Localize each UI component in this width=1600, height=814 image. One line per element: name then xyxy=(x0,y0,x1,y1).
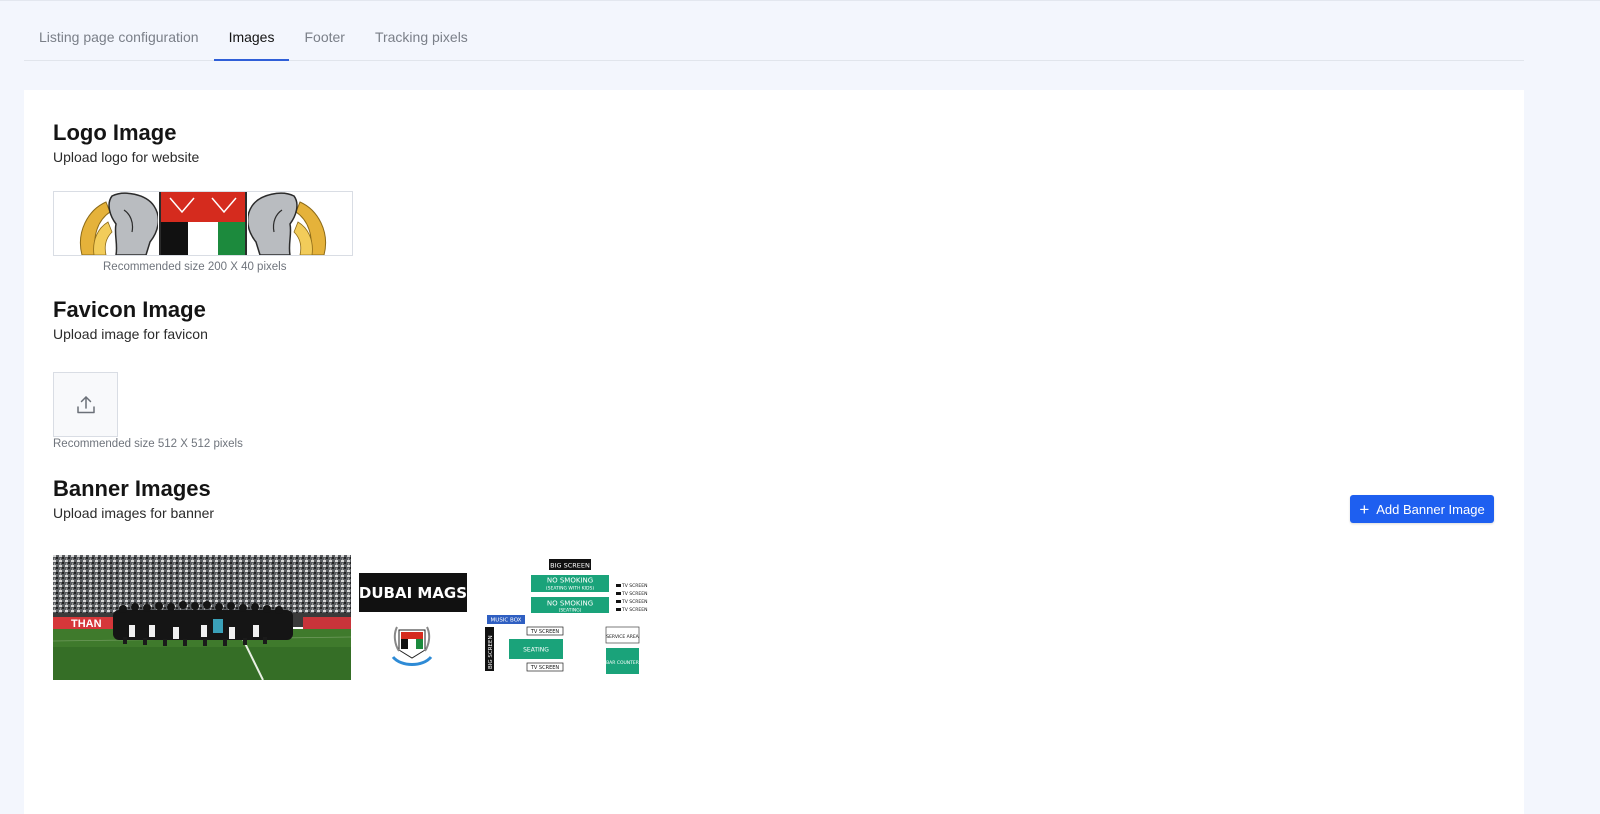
venue-label-tv-small-2: TV SCREEN xyxy=(621,591,647,597)
venue-label-tv-screen-b: TV SCREEN xyxy=(530,665,560,671)
banner-section-subtitle: Upload images for banner xyxy=(53,505,215,521)
favicon-size-hint: Recommended size 512 X 512 pixels xyxy=(53,438,243,450)
venue-label-big-screen-side: BIG SCREEN xyxy=(488,635,494,669)
add-banner-image-label: Add Banner Image xyxy=(1376,501,1485,517)
banner-image-team-photo[interactable]: THAN xyxy=(53,555,351,680)
favicon-section-title: Favicon Image xyxy=(53,297,206,322)
favicon-section-subtitle: Upload image for favicon xyxy=(53,326,208,342)
venue-label-no-smoking-2: NO SMOKING xyxy=(547,600,593,608)
banner-image-venue-map[interactable]: DUBAI MAGS BIG SCREEN NO SMOKING (SEATIN… xyxy=(357,555,657,680)
venue-label-music-box: MUSIC BOX xyxy=(491,618,522,624)
team-photo-image: THAN xyxy=(53,555,351,680)
venue-label-tv-screen-a: TV SCREEN xyxy=(530,629,560,635)
favicon-upload-dropzone[interactable] xyxy=(53,372,118,437)
plus-icon: + xyxy=(1359,499,1370,519)
venue-brand-text: DUBAI MAGS xyxy=(359,584,467,602)
venue-label-bar-counter: BAR COUNTER xyxy=(606,660,639,666)
venue-map-image: DUBAI MAGS BIG SCREEN NO SMOKING (SEATIN… xyxy=(357,555,657,680)
tab-bar: Listing page configuration Images Footer… xyxy=(24,18,1524,61)
logo-image-preview[interactable] xyxy=(53,191,353,256)
banner-section-title: Banner Images xyxy=(53,476,211,501)
venue-label-no-smoking-2-sub: (SEATING) xyxy=(559,608,582,614)
venue-label-service-area: SERVICE AREA xyxy=(606,634,639,640)
logo-size-hint: Recommended size 200 X 40 pixels xyxy=(103,261,287,273)
tab-images[interactable]: Images xyxy=(213,18,290,61)
tab-tracking-pixels[interactable]: Tracking pixels xyxy=(360,18,483,60)
club-crest-logo-image xyxy=(54,192,352,255)
logo-section-subtitle: Upload logo for website xyxy=(53,149,200,165)
venue-label-big-screen-top: BIG SCREEN xyxy=(550,562,590,570)
add-banner-image-button[interactable]: + Add Banner Image xyxy=(1350,495,1494,523)
tab-listing-page-configuration[interactable]: Listing page configuration xyxy=(24,18,214,60)
logo-section-title: Logo Image xyxy=(53,120,177,145)
upload-icon xyxy=(76,395,95,413)
top-border xyxy=(0,0,1600,1)
ad-board-text: THAN xyxy=(71,618,102,630)
tab-footer[interactable]: Footer xyxy=(289,18,359,60)
venue-label-no-smoking-1-sub: (SEATING WITH KIDS) xyxy=(546,586,594,592)
venue-label-no-smoking-1: NO SMOKING xyxy=(547,577,593,585)
venue-label-seating: SEATING xyxy=(523,647,549,654)
venue-label-tv-small-4: TV SCREEN xyxy=(621,607,647,613)
venue-label-tv-small-3: TV SCREEN xyxy=(621,599,647,605)
images-panel: Logo Image Upload logo for website Recom… xyxy=(24,90,1524,814)
venue-label-tv-small-1: TV SCREEN xyxy=(621,583,647,589)
